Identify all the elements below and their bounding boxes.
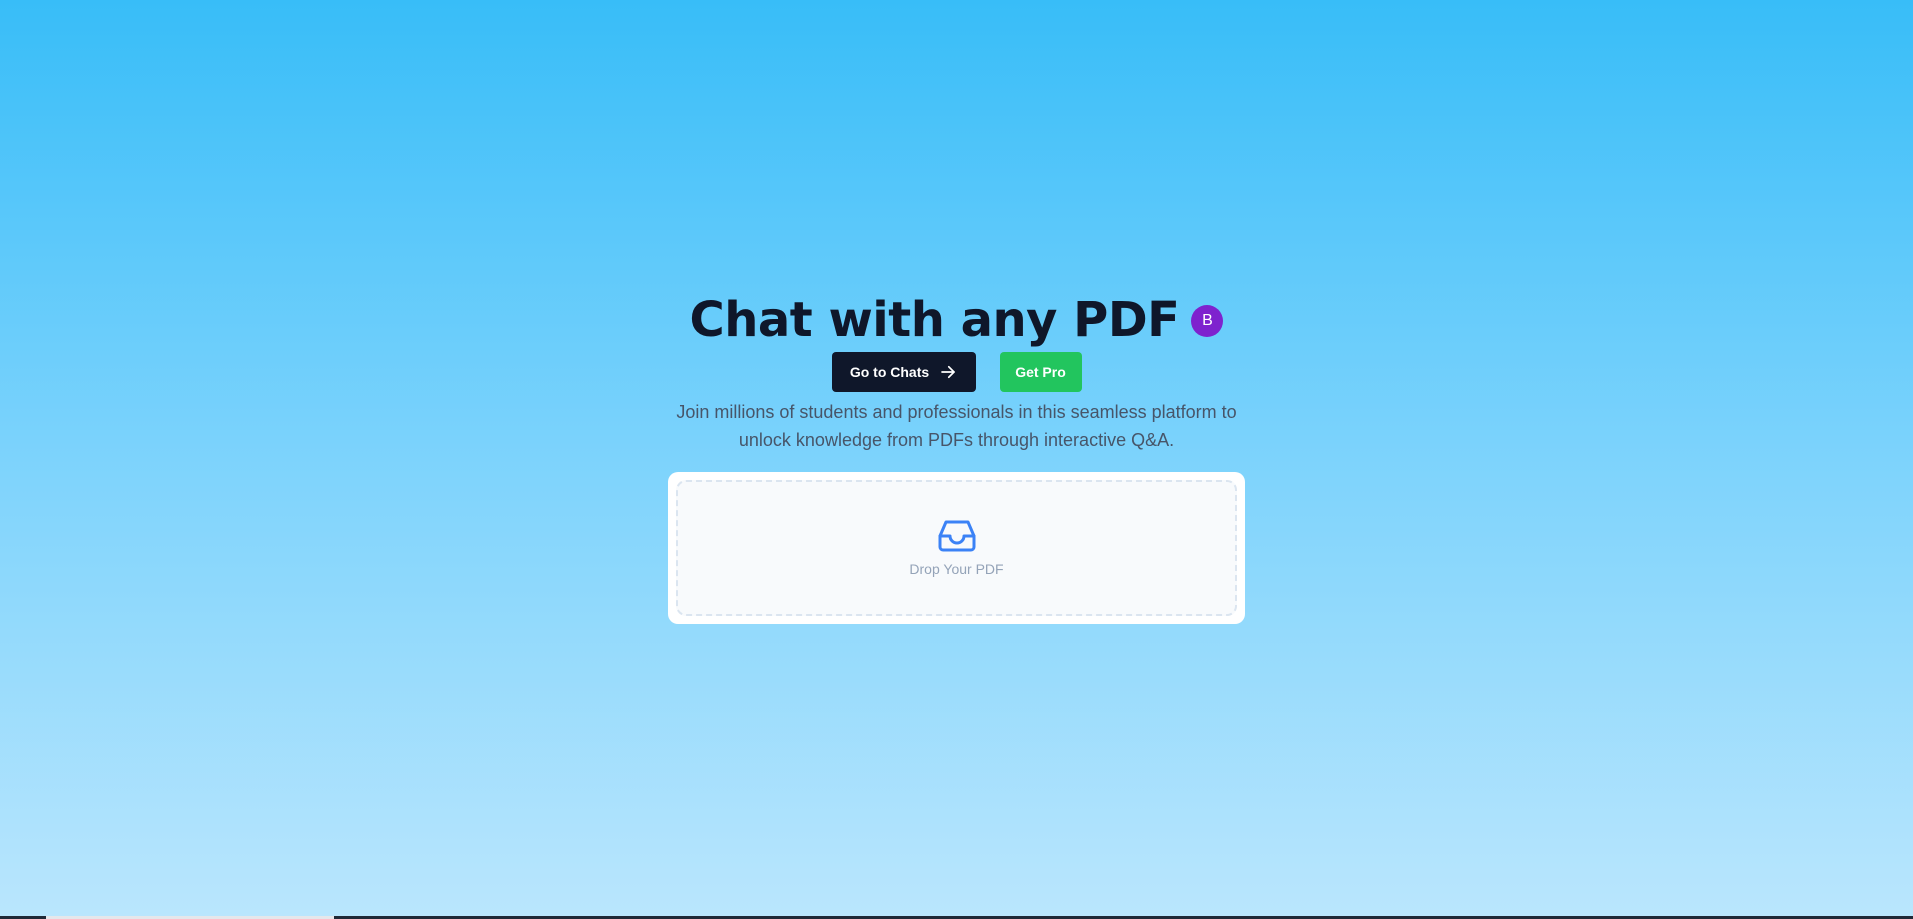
- go-to-chats-button[interactable]: Go to Chats: [831, 352, 976, 392]
- inbox-icon: [937, 519, 977, 553]
- arrow-right-icon: [939, 363, 957, 381]
- user-avatar[interactable]: B: [1191, 305, 1224, 337]
- get-pro-button[interactable]: Get Pro: [999, 352, 1082, 392]
- dropzone-label: Drop Your PDF: [909, 561, 1004, 577]
- get-pro-label: Get Pro: [1015, 364, 1066, 380]
- go-to-chats-label: Go to Chats: [849, 364, 930, 380]
- upload-card: Drop Your PDF: [668, 472, 1245, 624]
- page-title: Chat with any PDF: [689, 292, 1180, 348]
- action-buttons: Go to Chats Get Pro: [831, 352, 1082, 392]
- hero-section: Chat with any PDF B Go to Chats Get Pro …: [0, 290, 1913, 624]
- title-row: Chat with any PDF B: [690, 290, 1224, 350]
- hero-subtitle: Join millions of students and profession…: [676, 402, 1237, 450]
- pdf-dropzone[interactable]: Drop Your PDF: [676, 480, 1237, 616]
